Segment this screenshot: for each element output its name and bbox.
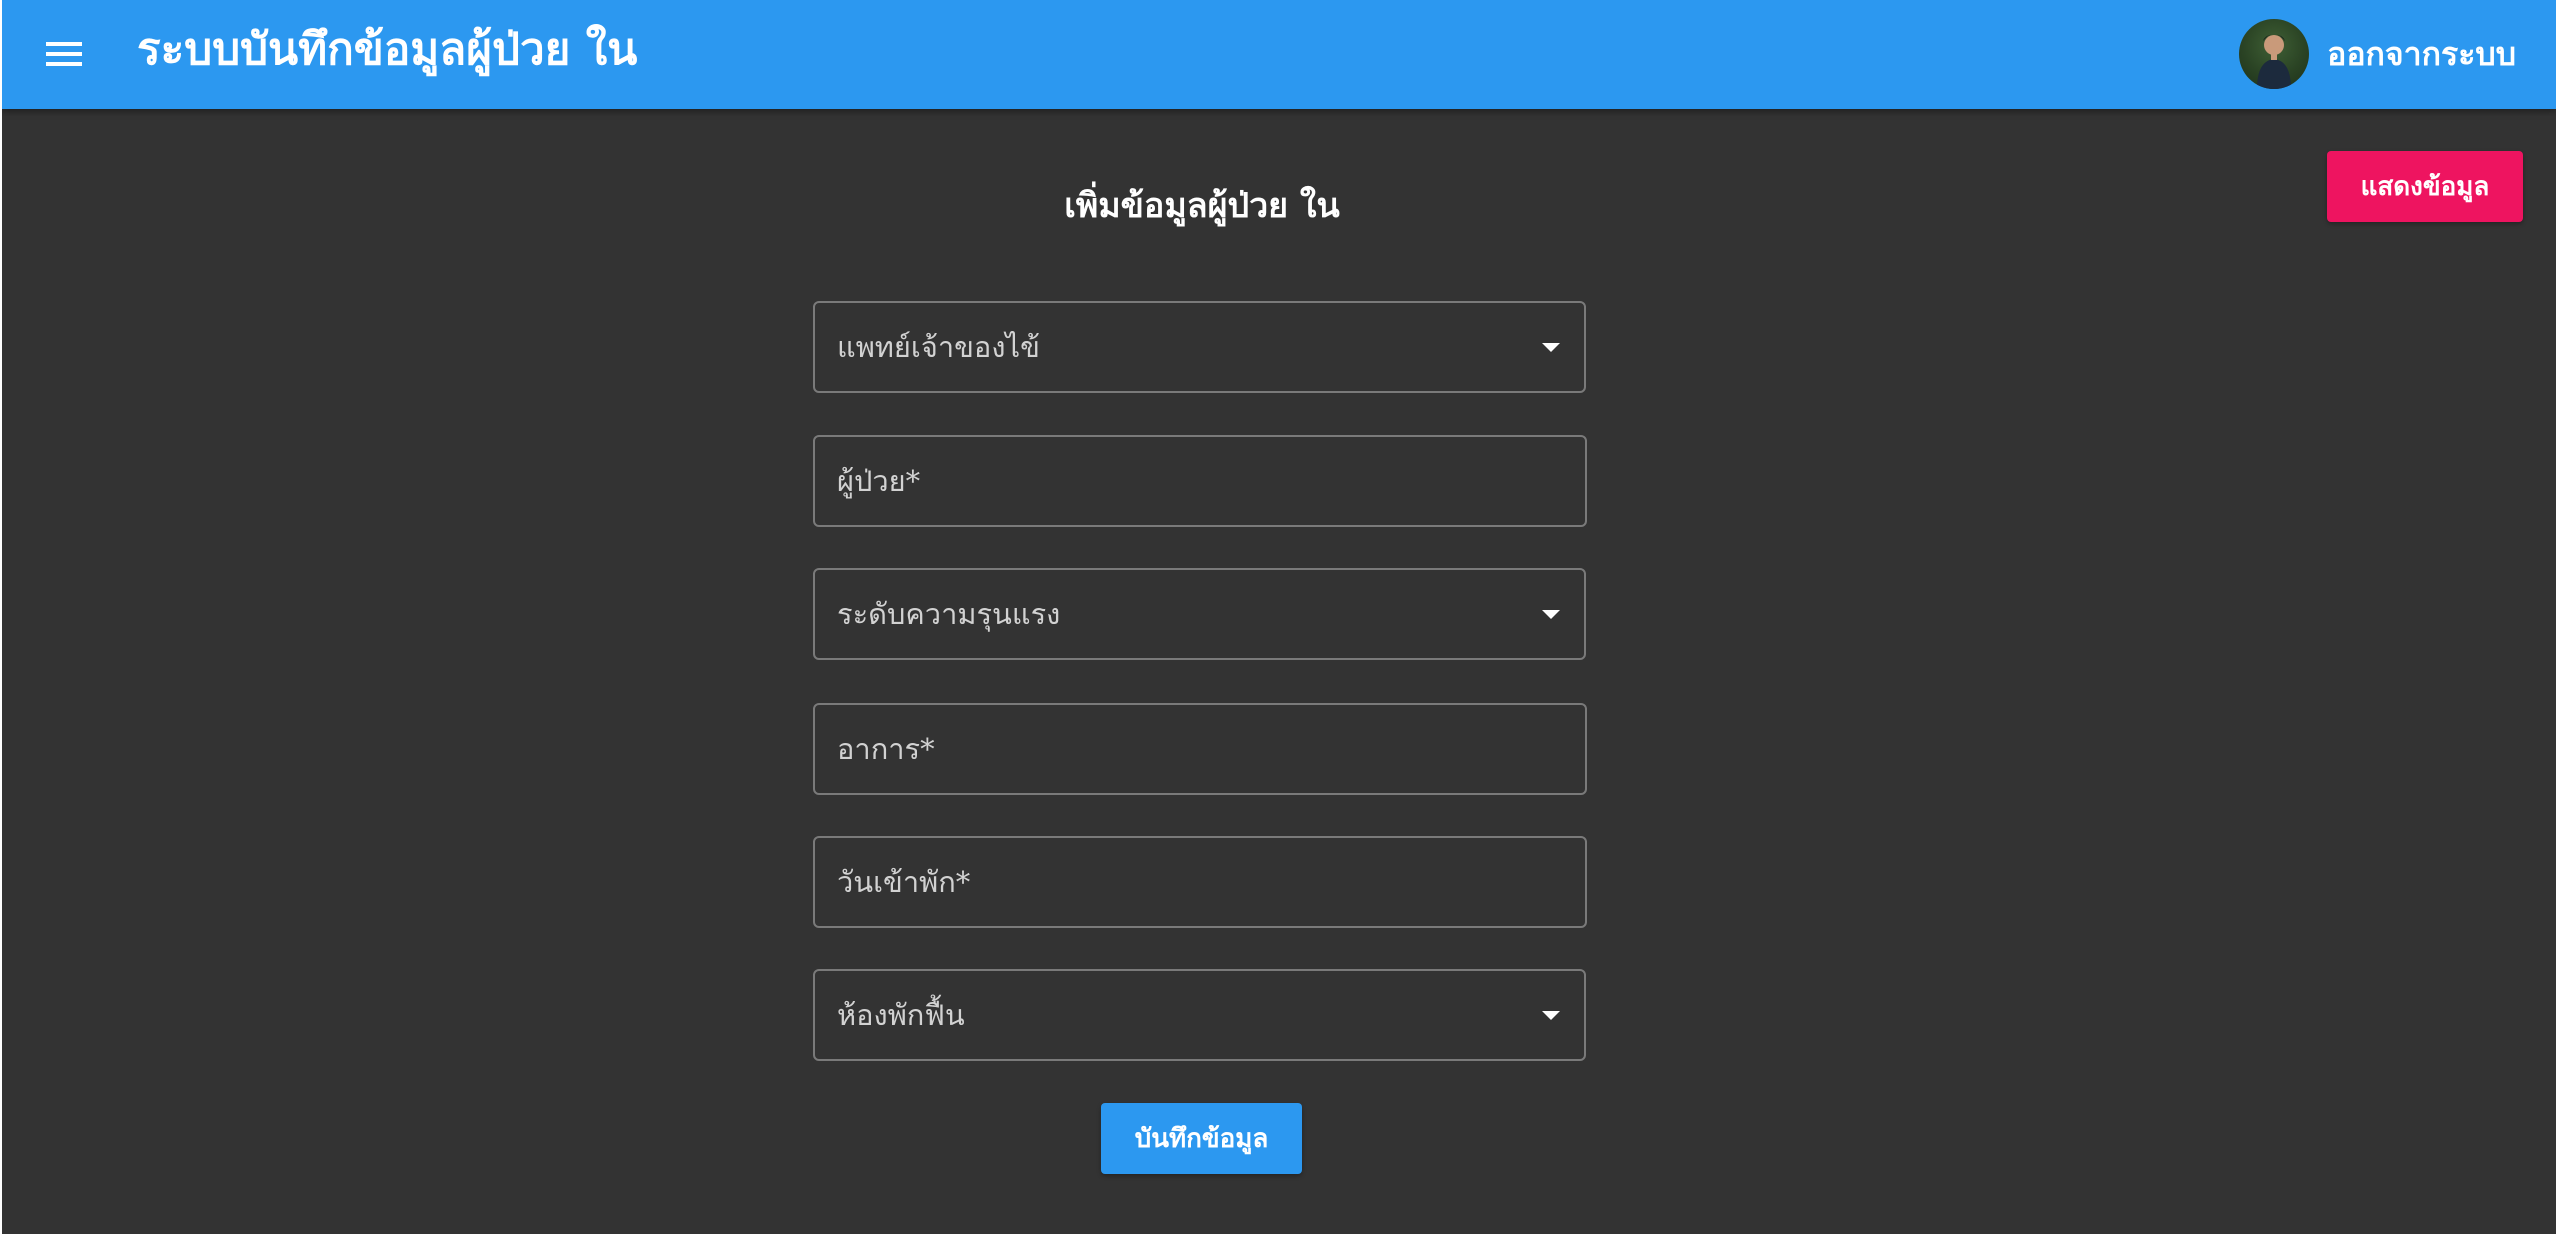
app-title: ระบบบันทึกข้อมูลผู้ป่วย ใน [137,24,638,75]
user-photo-icon [2257,34,2292,89]
symptom-input[interactable]: อาการ* [813,703,1587,795]
app-bar: ระบบบันทึกข้อมูลผู้ป่วย ใน ออกจากระบบ [2,0,2556,109]
menu-button[interactable] [32,28,90,80]
dropdown-arrow-icon [1542,610,1560,619]
avatar[interactable] [2239,19,2310,89]
logout-label: ออกจากระบบ [2327,34,2516,73]
recovery-room-select[interactable]: ห้องพักฟื้น [813,969,1586,1061]
save-button[interactable]: บันทึกข้อมูล [1101,1103,1302,1174]
patient-input-label: ผู้ป่วย* [837,464,921,498]
menu-icon [46,42,82,66]
dropdown-arrow-icon [1542,1011,1560,1020]
patient-input[interactable]: ผู้ป่วย* [813,435,1587,527]
admit-date-input[interactable]: วันเข้าพัก* [813,836,1587,928]
doctor-select-label: แพทย์เจ้าของไข้ [837,330,1040,364]
severity-select[interactable]: ระดับความรุนแรง [813,568,1586,660]
recovery-room-select-label: ห้องพักฟื้น [837,998,965,1032]
symptom-input-label: อาการ* [837,732,935,766]
form-title: เพิ่มข้อมูลผู้ป่วย ใน [1064,186,1340,226]
doctor-select[interactable]: แพทย์เจ้าของไข้ [813,301,1586,393]
dropdown-arrow-icon [1542,343,1560,352]
severity-select-label: ระดับความรุนแรง [837,597,1061,631]
logout-button[interactable]: ออกจากระบบ [2239,18,2516,90]
admit-date-input-label: วันเข้าพัก* [837,865,971,899]
app-root: ระบบบันทึกข้อมูลผู้ป่วย ใน ออกจากระบบ แส… [2,0,2556,1234]
